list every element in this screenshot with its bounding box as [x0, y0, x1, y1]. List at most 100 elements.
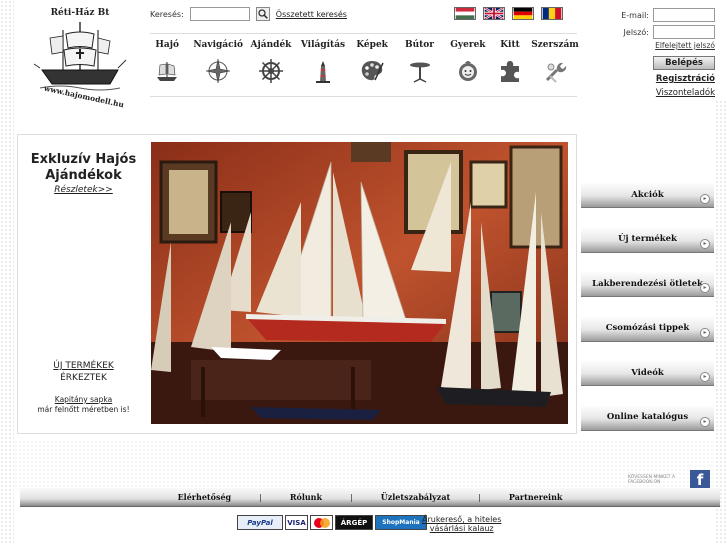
promo-title: Exkluzív Hajós Ajándékok — [30, 152, 137, 183]
argep-logo[interactable]: ÁRGÉP — [335, 515, 373, 530]
new-products-link[interactable]: ÚJ TERMÉKEK — [22, 360, 145, 372]
nav-label: Ajándék — [250, 40, 292, 50]
arukereso-link[interactable]: Árukereső, a hiteles vásárlási kalauz — [422, 515, 501, 533]
facebook-follow[interactable]: Kövessen minket a Facebook-on f — [628, 470, 710, 490]
visa-logo: VISA — [285, 515, 308, 530]
login-button[interactable]: Belépés — [653, 56, 715, 70]
register-link[interactable]: Regisztráció — [585, 74, 715, 84]
facebook-text: Kövessen minket a Facebook-on — [628, 475, 676, 485]
arukereso-line1: Árukereső, a hiteles — [422, 515, 502, 524]
footer-link-elerhetoseg[interactable]: Elérhetőség — [178, 492, 232, 502]
footer-separator: | — [478, 492, 481, 502]
nav-label: Világítás — [300, 40, 346, 50]
side-menu: Akciók ▸ Új termékek ▸ Lakberendezési öt… — [581, 182, 714, 449]
footer-separator: | — [259, 492, 262, 502]
nav-item-ajandek[interactable]: Ajándék — [250, 40, 292, 84]
arrow-right-icon: ▸ — [700, 194, 710, 204]
category-nav: Hajó Navigáció Ajándék Világítás Képek B… — [150, 40, 579, 84]
nav-item-kepek[interactable]: Képek — [354, 40, 390, 84]
side-menu-videok[interactable]: Videók ▸ — [581, 360, 714, 386]
hungarian-flag-icon[interactable] — [454, 7, 476, 20]
palette-icon — [359, 58, 385, 84]
side-menu-label: Akciók — [631, 189, 664, 200]
nav-item-szerszam[interactable]: Szerszám — [531, 40, 579, 84]
side-menu-lakberendezesi[interactable]: Lakberendezési ötletek ▸ — [581, 271, 714, 297]
paypal-logo[interactable]: PayPal — [237, 515, 283, 530]
nav-item-butor[interactable]: Bútor — [402, 40, 436, 84]
side-menu-label: Videók — [631, 367, 664, 378]
arukereso-line2: vásárlási kalauz — [429, 524, 494, 533]
site-logo[interactable]: Réti-Ház Bt www.hajomodell.hu — [30, 8, 130, 109]
footer-link-partnereink[interactable]: Partnereink — [509, 492, 563, 502]
tools-icon — [542, 58, 568, 84]
language-selector — [454, 7, 563, 20]
arrow-right-icon: ▸ — [700, 372, 710, 382]
left-dot-pattern — [0, 0, 14, 545]
ship-wheel-icon — [258, 58, 284, 84]
side-menu-online-katalogus[interactable]: Online katalógus ▸ — [581, 404, 714, 431]
payment-logos: PayPal VISA ÁRGÉP ShopMania — [237, 515, 427, 530]
compass-icon — [205, 58, 231, 84]
side-menu-label: Új termékek — [618, 234, 677, 244]
featured-box: Exkluzív Hajós Ajándékok Részletek>> ÚJ … — [17, 134, 577, 434]
nav-label: Bútor — [404, 40, 435, 50]
advanced-search-link[interactable]: Összetett keresés — [276, 10, 347, 19]
new-products-subtitle: ÉRKEZTEK — [60, 373, 107, 383]
nav-item-kitt[interactable]: Kitt — [497, 40, 523, 84]
email-field[interactable] — [653, 8, 715, 22]
captain-hat-link[interactable]: Kapitány sapka — [22, 395, 145, 405]
table-icon — [407, 58, 433, 84]
resellers-link[interactable]: Viszonteladók — [585, 88, 715, 98]
nav-divider-bottom — [150, 96, 577, 97]
magnifier-icon — [258, 9, 268, 19]
password-field[interactable] — [653, 25, 715, 39]
login-panel: E-mail: Jelszó: Elfelejtett jelszó Belép… — [585, 8, 715, 98]
arrow-right-icon: ▸ — [700, 238, 710, 249]
captain-hat-subtitle: már felnőtt méretben is! — [37, 405, 130, 414]
ship-icon — [154, 58, 180, 84]
arrow-right-icon: ▸ — [700, 283, 710, 293]
nav-label: Képek — [356, 40, 388, 50]
facebook-icon: f — [690, 470, 710, 490]
puzzle-icon — [497, 58, 523, 84]
footer-link-uzletszabalyzat[interactable]: Üzletszabályzat — [381, 492, 450, 502]
nav-label: Szerszám — [531, 40, 579, 50]
email-label: E-mail: — [621, 10, 649, 20]
nav-item-hajo[interactable]: Hajó — [150, 40, 184, 84]
german-flag-icon[interactable] — [512, 7, 534, 20]
footer-link-rolunk[interactable]: Rólunk — [290, 492, 322, 502]
search-button[interactable] — [255, 7, 270, 21]
side-menu-uj-termekek[interactable]: Új termékek ▸ — [581, 226, 714, 253]
child-icon — [455, 58, 481, 84]
nav-divider-top — [150, 33, 577, 34]
nav-label: Gyerek — [450, 40, 486, 50]
side-menu-label: Csomózási tippek — [605, 323, 690, 333]
shopmania-logo[interactable]: ShopMania — [375, 515, 427, 530]
nav-item-navigacio[interactable]: Navigáció — [190, 40, 245, 84]
email-row: E-mail: — [585, 8, 715, 22]
captain-hat-block: Kapitány sapka már felnőtt méretben is! — [22, 395, 145, 415]
side-menu-label: Lakberendezési ötletek — [592, 278, 703, 289]
uk-flag-icon[interactable] — [483, 7, 505, 20]
lighthouse-icon — [310, 58, 336, 84]
romanian-flag-icon[interactable] — [541, 7, 563, 20]
footer-separator: | — [350, 492, 353, 502]
nav-label: Kitt — [500, 40, 520, 50]
nav-label: Hajó — [155, 40, 180, 50]
password-row: Jelszó: — [585, 25, 715, 39]
side-menu-akciok[interactable]: Akciók ▸ — [581, 182, 714, 208]
arrow-right-icon: ▸ — [700, 416, 710, 427]
search-input[interactable] — [189, 7, 250, 21]
footer-nav: Elérhetőség | Rólunk | Üzletszabályzat |… — [20, 488, 720, 507]
side-menu-label: Online katalógus — [606, 412, 689, 422]
nav-label: Navigáció — [193, 40, 244, 50]
side-menu-csomozasi[interactable]: Csomózási tippek ▸ — [581, 315, 714, 342]
nav-item-vilagitas[interactable]: Világítás — [300, 40, 346, 84]
arrow-right-icon: ▸ — [700, 327, 710, 338]
forgot-password-link[interactable]: Elfelejtett jelszó — [585, 41, 715, 50]
mastercard-logo — [310, 515, 333, 530]
featured-photo-ship-models[interactable] — [151, 142, 568, 424]
nav-item-gyerek[interactable]: Gyerek — [449, 40, 487, 84]
search-label: Keresés: — [150, 9, 184, 19]
promo-details-link[interactable]: Részletek>> — [22, 185, 145, 195]
